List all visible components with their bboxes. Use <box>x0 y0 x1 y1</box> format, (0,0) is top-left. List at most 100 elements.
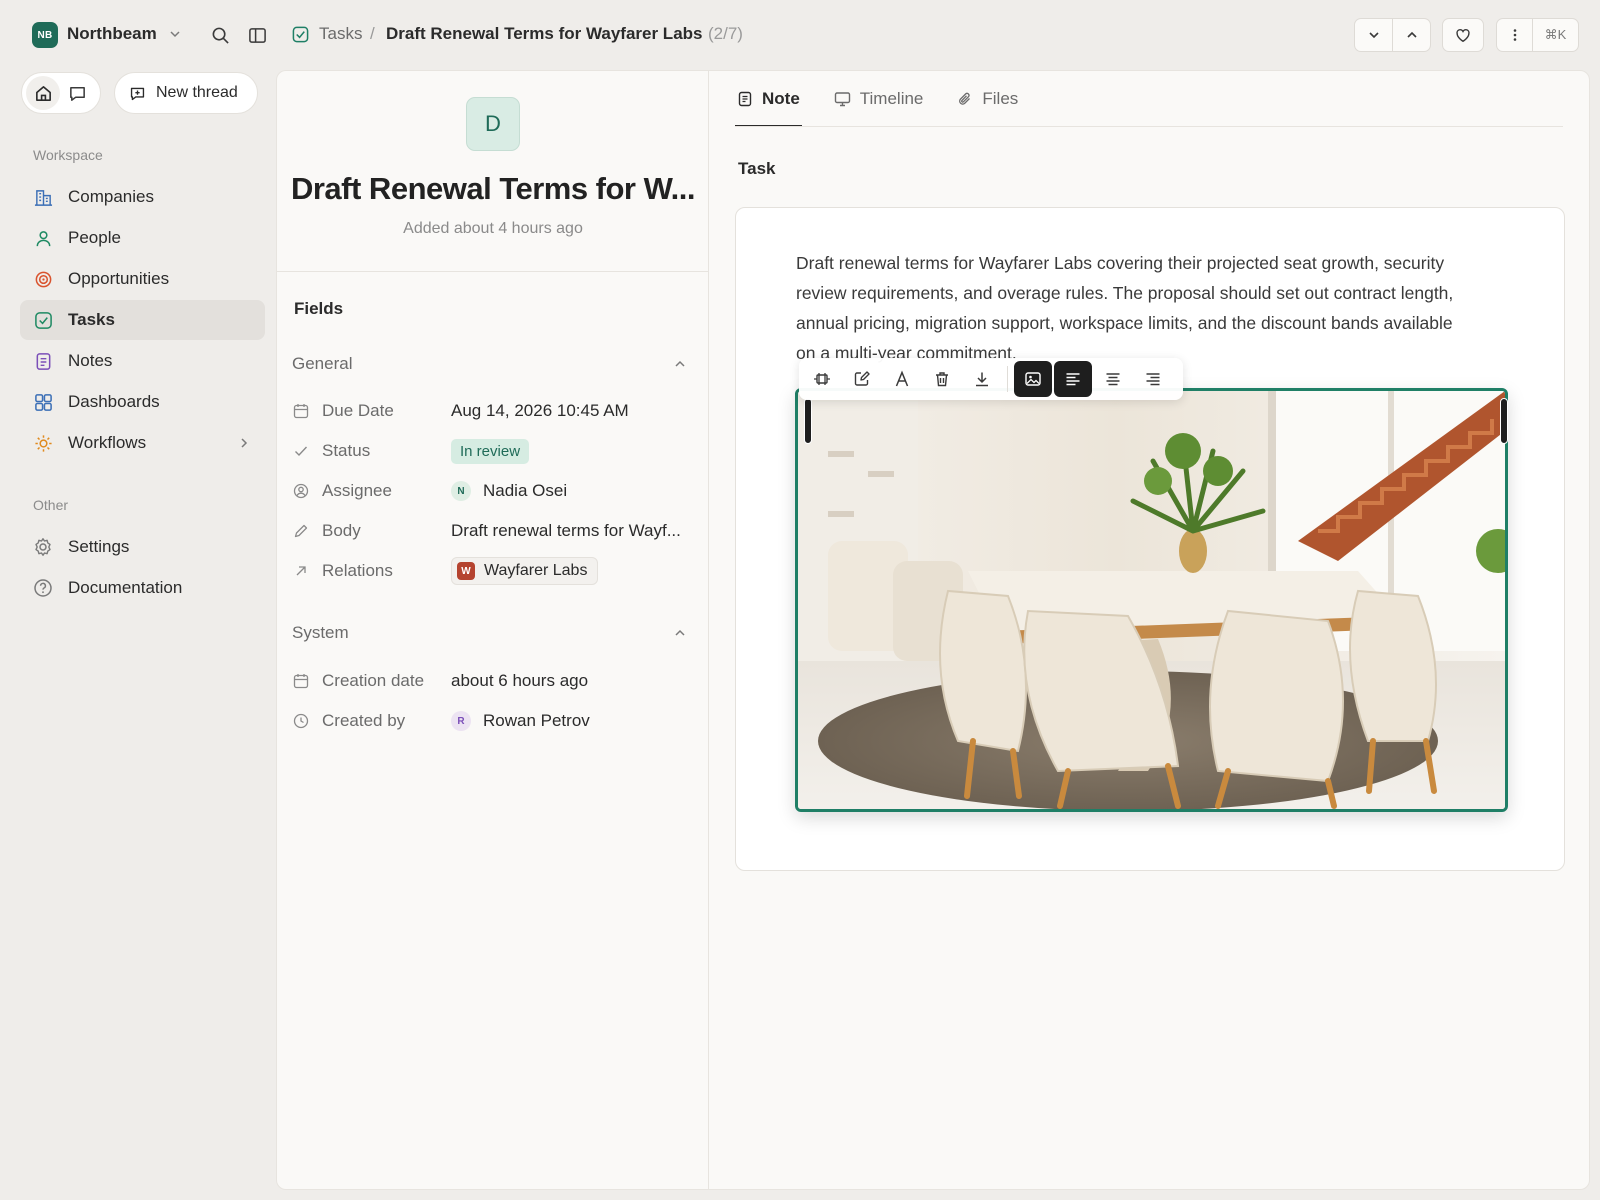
clock-icon <box>292 712 310 730</box>
general-group-heading[interactable]: General <box>292 354 352 374</box>
resize-handle-right[interactable] <box>1500 398 1508 444</box>
favorite-button[interactable] <box>1442 18 1484 52</box>
new-thread-icon <box>130 87 145 100</box>
field-creation-date: Creation date about 6 hours ago <box>292 667 692 695</box>
record-title[interactable]: Draft Renewal Terms for W... <box>277 171 709 207</box>
sidebar-toggle-icon[interactable] <box>246 24 268 46</box>
new-thread-button[interactable]: New thread <box>114 72 258 114</box>
sidebar-item-dashboards[interactable]: Dashboards <box>20 382 265 422</box>
workspace-logo[interactable]: NB <box>32 22 58 48</box>
breadcrumb-parent[interactable]: Tasks <box>319 24 362 44</box>
record-avatar: D <box>466 97 520 151</box>
embedded-image[interactable] <box>795 388 1508 812</box>
checkbox-icon <box>292 26 309 43</box>
sidebar-item-label: Workflows <box>68 433 147 452</box>
paperclip-icon <box>959 92 971 105</box>
resize-handle-left[interactable] <box>804 398 812 444</box>
more-options-button[interactable] <box>1496 18 1533 52</box>
chevron-up-icon[interactable] <box>673 357 687 371</box>
image-toolbar <box>799 358 1183 400</box>
note-heading: Task <box>738 159 776 178</box>
align-center-icon[interactable] <box>1094 361 1132 397</box>
target-icon <box>33 269 53 289</box>
previous-record-button[interactable] <box>1393 18 1431 52</box>
toolbar-divider <box>1007 366 1008 392</box>
chevron-up-icon[interactable] <box>673 626 687 640</box>
sidebar-item-label: Notes <box>68 351 113 370</box>
sidebar-item-workflows[interactable]: Workflows <box>20 423 265 463</box>
tab-files[interactable]: Files <box>955 71 1020 127</box>
tab-timeline[interactable]: Timeline <box>832 71 926 127</box>
sidebar-item-label: People <box>68 228 121 247</box>
avatar: N <box>451 481 471 501</box>
home-tab[interactable] <box>26 76 60 110</box>
divider <box>277 271 709 272</box>
workspace-name[interactable]: Northbeam <box>67 24 157 44</box>
creator-name[interactable]: Rowan Petrov <box>483 711 590 731</box>
calendar-icon <box>292 402 310 420</box>
relation-chip[interactable]: W Wayfarer Labs <box>451 557 599 585</box>
command-menu-button[interactable]: ⌘K <box>1533 18 1579 52</box>
top-bar: NB Northbeam Tasks / Draft Renewal Terms… <box>0 0 1600 70</box>
resize-icon[interactable] <box>803 361 841 397</box>
calendar-icon <box>292 672 310 690</box>
field-assignee[interactable]: Assignee N Nadia Osei <box>292 477 692 505</box>
tab-label: Note <box>762 89 800 108</box>
avatar: R <box>451 711 471 731</box>
checkbox-icon <box>33 310 53 330</box>
home-icon <box>35 85 51 101</box>
chat-tab[interactable] <box>60 76 94 110</box>
sidebar-item-label: Documentation <box>68 578 183 597</box>
sidebar-item-people[interactable]: People <box>20 218 265 258</box>
field-relations[interactable]: Relations W Wayfarer Labs <box>292 557 692 585</box>
note-editor[interactable]: Draft renewal terms for Wayfarer Labs co… <box>735 207 1565 871</box>
company-logo: W <box>457 562 475 580</box>
record-position: (2/7) <box>708 24 743 43</box>
field-value[interactable]: Draft renewal terms for Wayf... <box>451 521 681 541</box>
other-section-label: Other <box>33 497 69 513</box>
field-label: Created by <box>322 711 406 730</box>
pencil-icon <box>292 522 310 540</box>
check-icon <box>292 442 310 460</box>
heart-icon <box>1456 28 1470 43</box>
sidebar-item-notes[interactable]: Notes <box>20 341 265 381</box>
sidebar-item-companies[interactable]: Companies <box>20 177 265 217</box>
field-status[interactable]: Status In review <box>292 437 692 465</box>
tab-label: Timeline <box>859 89 924 108</box>
system-group-heading[interactable]: System <box>292 623 349 643</box>
assignee-name[interactable]: Nadia Osei <box>483 481 567 501</box>
relation-name: Wayfarer Labs <box>484 562 588 579</box>
detail-panel: Note Timeline Files Task Draft renewal t… <box>708 70 1590 1190</box>
field-body[interactable]: Body Draft renewal terms for Wayf... <box>292 517 692 545</box>
chevron-right-icon[interactable] <box>237 436 251 450</box>
edit-icon[interactable] <box>843 361 881 397</box>
arrow-up-right-icon <box>292 562 310 580</box>
sidebar-item-settings[interactable]: Settings <box>20 527 265 567</box>
chevron-down-icon[interactable] <box>168 27 182 41</box>
field-label: Due Date <box>322 401 394 420</box>
search-icon[interactable] <box>209 24 231 46</box>
field-value[interactable]: Aug 14, 2026 10:45 AM <box>451 401 629 421</box>
download-icon[interactable] <box>963 361 1001 397</box>
status-badge[interactable]: In review <box>451 438 530 464</box>
tab-label: Files <box>982 89 1019 108</box>
align-left-icon[interactable] <box>1054 361 1092 397</box>
image-block-icon[interactable] <box>1014 361 1052 397</box>
field-due-date[interactable]: Due Date Aug 14, 2026 10:45 AM <box>292 397 692 425</box>
person-icon <box>33 228 53 248</box>
next-record-button[interactable] <box>1354 18 1393 52</box>
tab-note[interactable]: Note <box>735 71 802 127</box>
sun-icon <box>33 433 53 453</box>
gear-icon <box>33 537 53 557</box>
note-body[interactable]: Draft renewal terms for Wayfarer Labs co… <box>796 248 1476 368</box>
sidebar-item-documentation[interactable]: Documentation <box>20 568 265 608</box>
breadcrumb-title: Draft Renewal Terms for Wayfarer Labs <box>386 24 703 43</box>
sidebar-item-opportunities[interactable]: Opportunities <box>20 259 265 299</box>
more-vertical-icon <box>1513 29 1516 41</box>
sidebar-item-label: Tasks <box>68 310 115 329</box>
align-right-icon[interactable] <box>1134 361 1172 397</box>
sidebar-item-label: Dashboards <box>68 392 160 411</box>
text-style-icon[interactable] <box>883 361 921 397</box>
trash-icon[interactable] <box>923 361 961 397</box>
sidebar-item-tasks[interactable]: Tasks <box>20 300 265 340</box>
